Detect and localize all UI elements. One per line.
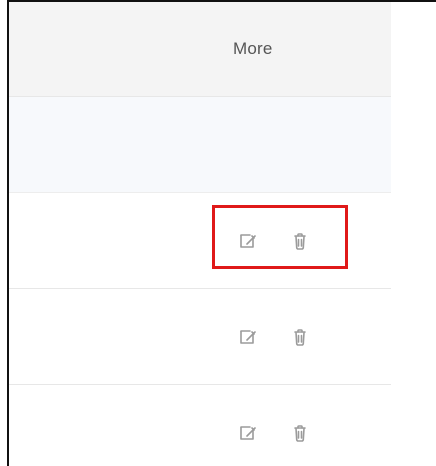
trash-icon-svg xyxy=(294,233,306,250)
delete-icon[interactable] xyxy=(289,326,311,348)
edit-icon[interactable] xyxy=(237,230,259,252)
more-column-header: More xyxy=(233,39,273,58)
delete-icon[interactable] xyxy=(289,230,311,252)
row-actions xyxy=(231,411,326,455)
trash-icon-svg xyxy=(294,425,306,442)
right-whitespace xyxy=(391,2,436,466)
edit-icon[interactable] xyxy=(237,422,259,444)
edit-icon-svg xyxy=(240,234,256,248)
table-row xyxy=(9,193,391,289)
data-table: More xyxy=(9,2,391,466)
edit-icon-svg xyxy=(240,426,256,440)
row-actions xyxy=(231,219,326,263)
table-row-empty xyxy=(9,97,391,193)
trash-icon-svg xyxy=(294,329,306,346)
row-actions xyxy=(231,315,326,359)
table-row xyxy=(9,289,391,385)
table-viewport: More xyxy=(7,0,436,466)
edit-icon-svg xyxy=(240,330,256,344)
edit-icon[interactable] xyxy=(237,326,259,348)
table-row xyxy=(9,385,391,466)
delete-icon[interactable] xyxy=(289,422,311,444)
table-header: More xyxy=(9,2,391,97)
